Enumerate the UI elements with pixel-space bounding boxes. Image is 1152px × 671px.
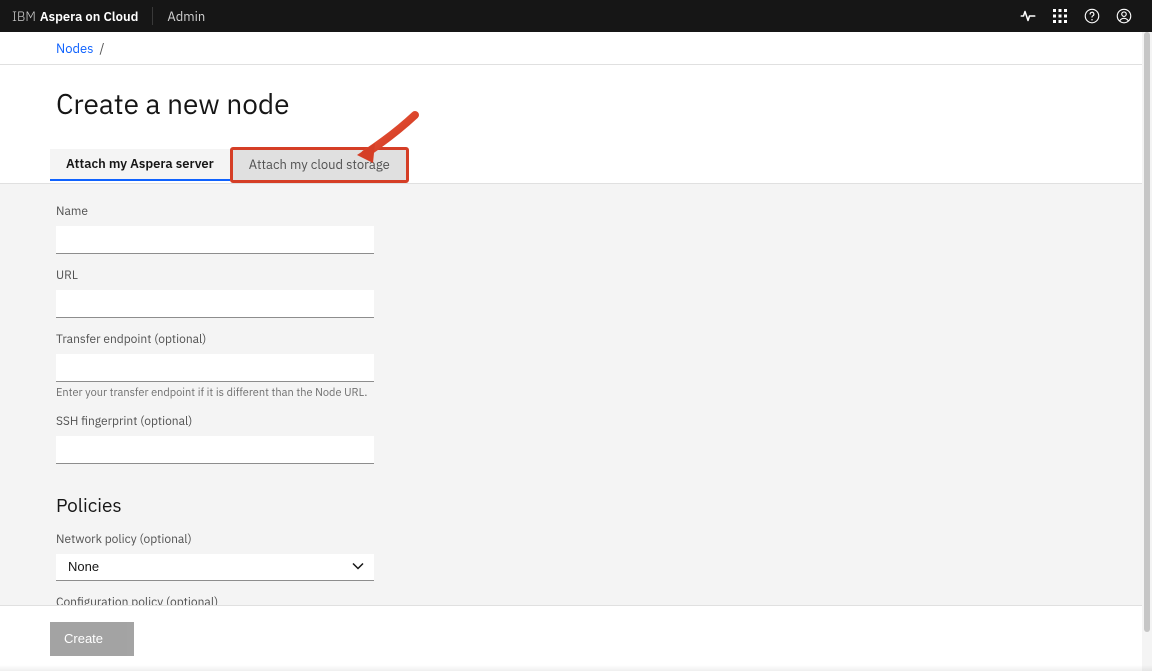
tabs-row: Attach my Aspera server Attach my cloud …	[0, 149, 1142, 184]
ssh-fingerprint-label: SSH fingerprint (optional)	[56, 414, 1142, 430]
transfer-endpoint-helper: Enter your transfer endpoint if it is di…	[56, 386, 1142, 400]
policies-heading: Policies	[56, 494, 1142, 518]
ssh-fingerprint-input[interactable]	[56, 436, 374, 464]
url-input[interactable]	[56, 290, 374, 318]
footer-action-bar: Create	[0, 605, 1142, 671]
product-brand: IBM Aspera on Cloud	[12, 8, 138, 25]
create-button[interactable]: Create	[50, 622, 134, 656]
configuration-policy-label: Configuration policy (optional)	[56, 595, 1142, 605]
breadcrumb: Nodes /	[0, 32, 1142, 65]
scrollbar-track[interactable]	[1142, 32, 1152, 671]
name-input[interactable]	[56, 226, 374, 254]
tab-attach-cloud-storage[interactable]: Attach my cloud storage	[230, 147, 409, 183]
transfer-endpoint-input[interactable]	[56, 354, 374, 382]
title-wrap: Create a new node	[0, 65, 1142, 121]
network-policy-select[interactable]: None	[56, 554, 374, 581]
page-title: Create a new node	[56, 87, 1142, 121]
brand-name: Aspera on Cloud	[40, 8, 139, 25]
app-switcher-icon[interactable]	[1044, 0, 1076, 32]
transfer-endpoint-label: Transfer endpoint (optional)	[56, 332, 1142, 348]
activity-icon[interactable]	[1012, 0, 1044, 32]
help-icon[interactable]	[1076, 0, 1108, 32]
breadcrumb-separator: /	[99, 40, 104, 57]
form-area: Name URL Transfer endpoint (optional) En…	[0, 184, 1142, 605]
header-divider	[152, 7, 153, 25]
network-policy-label: Network policy (optional)	[56, 532, 1142, 548]
url-label: URL	[56, 268, 1142, 284]
brand-prefix: IBM	[12, 8, 36, 25]
create-button-label: Create	[64, 631, 103, 646]
tab-label: Attach my Aspera server	[66, 155, 214, 172]
scrollbar-thumb[interactable]	[1144, 32, 1150, 632]
breadcrumb-link-nodes[interactable]: Nodes	[56, 40, 93, 57]
main-content: Nodes / Create a new node Attach my Aspe…	[0, 32, 1142, 605]
tab-label: Attach my cloud storage	[249, 156, 390, 173]
header-bar: IBM Aspera on Cloud Admin	[0, 0, 1152, 32]
user-avatar-icon[interactable]	[1108, 0, 1140, 32]
name-label: Name	[56, 204, 1142, 220]
tab-attach-aspera-server[interactable]: Attach my Aspera server	[50, 149, 230, 181]
app-section-label: Admin	[167, 8, 205, 25]
